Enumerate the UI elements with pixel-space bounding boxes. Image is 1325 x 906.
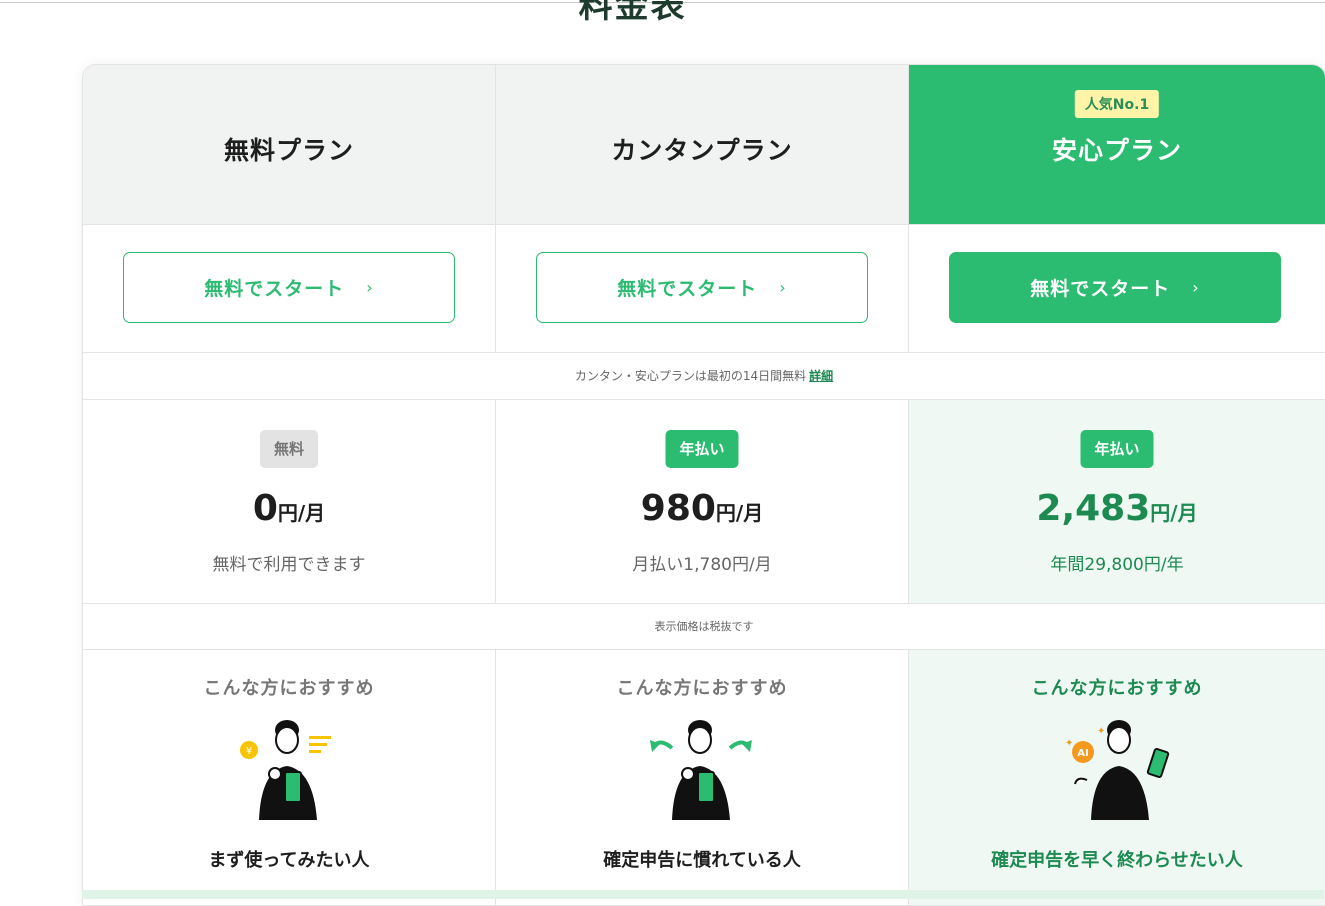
person-ai-illustration: AI ✦ ✦ <box>1065 720 1170 820</box>
chevron-right-icon: › <box>779 278 787 297</box>
trial-note: カンタン・安心プランは最初の14日間無料 詳細 <box>83 352 1325 400</box>
yen-icon: ¥ <box>246 746 252 757</box>
price-subtext: 無料で利用できます <box>212 555 366 575</box>
start-secure-button[interactable]: 無料でスタート › <box>949 252 1281 323</box>
plan-header-row: 無料プラン カンタンプラン 人気No.1 安心プラン <box>83 65 1325 225</box>
recommend-title: こんな方におすすめ <box>616 678 788 699</box>
trial-note-text: カンタン・安心プランは最初の14日間無料 <box>574 369 807 383</box>
price-cell-free: 無料 0円/月 無料で利用できます <box>83 400 496 603</box>
plan-header-free: 無料プラン <box>83 65 496 224</box>
price-number: 2,483 <box>1036 488 1151 529</box>
start-button-label: 無料でスタート <box>617 278 758 300</box>
start-free-button[interactable]: 無料でスタート › <box>123 252 455 323</box>
recommend-who: 確定申告に慣れている人 <box>603 850 801 871</box>
sparkle-icon: ✦ <box>1097 726 1105 737</box>
start-button-label: 無料でスタート <box>204 278 345 300</box>
plan-name: カンタンプラン <box>611 136 793 165</box>
price-tag: 無料 <box>259 430 319 468</box>
recommend-title: こんな方におすすめ <box>203 678 375 699</box>
tax-note: 表示価格は税抜です <box>83 603 1325 650</box>
price-number: 980 <box>640 488 716 529</box>
price-cell-secure: 年払い 2,483円/月 年間29,800円/年 <box>909 400 1325 603</box>
price-tag: 年払い <box>665 430 739 468</box>
bottom-strip <box>82 890 1324 899</box>
person-coin-illustration: ¥ <box>240 720 331 820</box>
recommend-cell-secure: こんな方におすすめ AI ✦ ✦ 確定申告を早く終わらせたい人 <box>909 650 1325 905</box>
plan-header-easy: カンタンプラン <box>496 65 909 224</box>
price-amount: 980円/月 <box>496 488 908 529</box>
price-unit: 円/月 <box>1150 501 1198 525</box>
sparkle-icon: ✦ <box>1065 738 1073 749</box>
chevron-right-icon: › <box>1192 278 1200 297</box>
recommend-cell-easy: こんな方におすすめ 確定申告に慣れている人 <box>496 650 909 905</box>
popular-badge: 人気No.1 <box>1074 90 1160 118</box>
price-cell-easy: 年払い 980円/月 月払い1,780円/月 <box>496 400 909 603</box>
price-number: 0 <box>252 488 278 529</box>
start-easy-button[interactable]: 無料でスタート › <box>536 252 868 323</box>
chevron-right-icon: › <box>366 278 374 297</box>
price-amount: 2,483円/月 <box>909 488 1325 529</box>
price-unit: 円/月 <box>715 501 764 525</box>
price-subtext: 月払い1,780円/月 <box>632 555 772 575</box>
plan-name: 安心プラン <box>1051 136 1182 165</box>
recommend-who: まず使ってみたい人 <box>208 850 370 871</box>
start-cell-easy: 無料でスタート › <box>496 224 909 352</box>
person-arrows-illustration <box>650 720 752 820</box>
trial-details-link[interactable]: 詳細 <box>809 369 833 383</box>
recommend-row: こんな方におすすめ ¥ まず使ってみたい人 こんな方におすすめ 確定申告に慣れて… <box>83 650 1325 905</box>
start-cell-free: 無料でスタート › <box>83 224 496 352</box>
pricing-table: 無料プラン カンタンプラン 人気No.1 安心プラン 無料でスタート › 無料で… <box>82 64 1325 906</box>
price-tag: 年払い <box>1080 430 1154 468</box>
price-unit: 円/月 <box>277 501 326 525</box>
recommend-title: こんな方におすすめ <box>1031 678 1203 699</box>
start-cell-secure: 無料でスタート › <box>909 224 1325 352</box>
price-row: 無料 0円/月 無料で利用できます 年払い 980円/月 月払い1,780円/月… <box>83 400 1325 604</box>
start-button-row: 無料でスタート › 無料でスタート › 無料でスタート › <box>83 224 1325 353</box>
plan-header-secure: 人気No.1 安心プラン <box>909 65 1325 224</box>
recommend-cell-free: こんな方におすすめ ¥ まず使ってみたい人 <box>83 650 496 905</box>
recommend-who: 確定申告を早く終わらせたい人 <box>991 850 1243 871</box>
price-subtext: 年間29,800円/年 <box>1050 555 1184 575</box>
price-amount: 0円/月 <box>83 488 495 529</box>
page-title: 料金表 <box>578 0 687 26</box>
ai-icon: AI <box>1077 748 1088 759</box>
plan-name: 無料プラン <box>223 136 354 165</box>
start-button-label: 無料でスタート <box>1030 278 1171 300</box>
